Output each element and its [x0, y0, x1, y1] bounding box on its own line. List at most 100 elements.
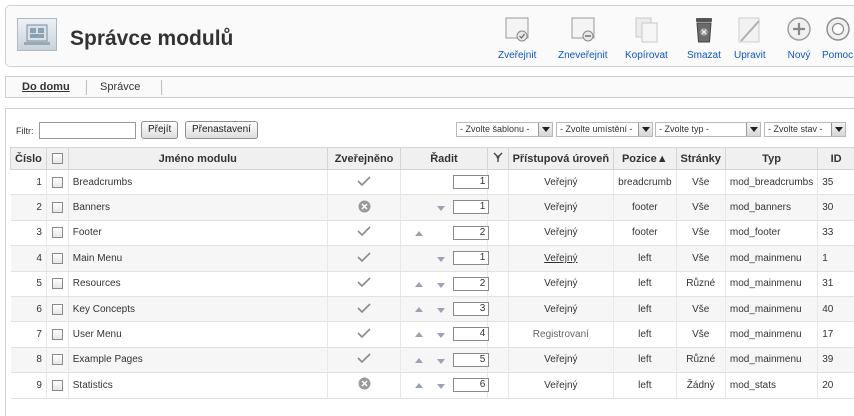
move-down-icon[interactable]	[437, 206, 446, 212]
published-toggle[interactable]	[327, 220, 402, 247]
row-checkbox[interactable]	[51, 278, 63, 290]
publish-button[interactable]: Zveřejnit	[498, 14, 536, 61]
module-name-link[interactable]: Main Menu	[68, 245, 328, 272]
module-name-link[interactable]: Key Concepts	[68, 296, 328, 323]
published-toggle[interactable]	[327, 245, 402, 272]
published-toggle[interactable]	[327, 169, 402, 196]
order-input[interactable]: 4	[453, 327, 490, 342]
unpublished-cross-icon[interactable]	[358, 200, 371, 213]
published-toggle[interactable]	[327, 321, 402, 348]
save-order-icon[interactable]	[492, 151, 504, 163]
move-up-icon[interactable]	[415, 306, 424, 312]
submenu-item-home[interactable]: Do domu	[22, 81, 70, 93]
move-down-icon[interactable]	[437, 282, 446, 288]
published-toggle[interactable]	[327, 271, 402, 297]
published-toggle[interactable]	[327, 372, 402, 399]
order-input[interactable]: 1	[453, 175, 490, 189]
access-level-link[interactable]: Veřejný	[508, 245, 615, 272]
module-name-link[interactable]: User Menu	[68, 321, 328, 348]
row-checkbox[interactable]	[51, 252, 63, 264]
select-all-checkbox[interactable]	[51, 153, 63, 165]
access-level-link[interactable]: Veřejný	[508, 271, 615, 297]
row-checkbox[interactable]	[51, 379, 63, 391]
move-up-icon[interactable]	[415, 281, 424, 287]
col-save-order-header[interactable]	[486, 147, 509, 170]
row-checkbox[interactable]	[51, 328, 63, 340]
unpublish-button[interactable]: Zneveřejnit	[558, 14, 607, 61]
move-up-icon[interactable]	[415, 332, 424, 338]
row-checkbox[interactable]	[51, 202, 63, 214]
move-up-icon[interactable]	[415, 383, 424, 389]
published-check-icon[interactable]	[356, 352, 372, 364]
module-name-link[interactable]: Example Pages	[68, 347, 328, 374]
move-up-icon[interactable]	[415, 357, 424, 363]
new-button[interactable]: Nový	[784, 14, 814, 61]
published-check-icon[interactable]	[356, 327, 372, 339]
move-down-icon[interactable]	[437, 307, 446, 313]
order-input[interactable]: 3	[453, 301, 490, 316]
published-toggle[interactable]	[327, 296, 402, 323]
chevron-down-icon	[538, 123, 552, 136]
access-level-link[interactable]: Veřejný	[508, 194, 615, 221]
access-level-link[interactable]: Veřejný	[508, 169, 615, 196]
published-toggle[interactable]	[327, 194, 402, 221]
position-select[interactable]: - Zvolte umístění -	[556, 122, 653, 137]
col-id-header[interactable]: ID	[817, 147, 854, 170]
filter-reset-button[interactable]: Přenastavení	[185, 121, 258, 139]
access-level-link[interactable]: Veřejný	[508, 347, 615, 374]
delete-button[interactable]: Smazat	[687, 14, 721, 61]
help-button[interactable]: Pomoc	[822, 14, 853, 61]
col-pages-header[interactable]: Stránky	[675, 147, 726, 170]
module-name-link[interactable]: Statistics	[68, 372, 328, 399]
row-checkbox[interactable]	[51, 227, 63, 239]
module-name-link[interactable]: Breadcrumbs	[68, 169, 328, 196]
submenu-item-manager[interactable]: Správce	[100, 81, 140, 93]
move-down-icon[interactable]	[437, 358, 446, 364]
row-checkbox[interactable]	[51, 354, 63, 366]
filter-go-button[interactable]: Přejít	[141, 121, 179, 139]
col-type-header[interactable]: Typ	[724, 147, 819, 170]
order-input[interactable]: 2	[453, 225, 490, 240]
published-check-icon[interactable]	[356, 302, 372, 314]
state-select[interactable]: - Zvolte stav -	[764, 122, 846, 137]
row-checkbox[interactable]	[51, 303, 63, 315]
order-input[interactable]: 1	[453, 251, 490, 266]
access-level-link[interactable]: Veřejný	[508, 372, 615, 399]
module-name-link[interactable]: Banners	[68, 194, 328, 221]
published-toggle[interactable]	[327, 347, 402, 374]
order-input[interactable]: 5	[453, 352, 490, 367]
col-order-header[interactable]: Řadit	[400, 147, 488, 170]
module-type: mod_mainmenu	[725, 321, 819, 348]
copy-button[interactable]: Kopírovat	[625, 14, 668, 61]
filter-input[interactable]	[39, 122, 136, 139]
copy-icon	[635, 17, 658, 43]
col-name-header[interactable]: Jméno modulu	[67, 147, 328, 170]
col-number-header[interactable]: Číslo	[10, 147, 47, 170]
published-check-icon[interactable]	[356, 225, 372, 237]
access-level-link[interactable]: Veřejný	[508, 296, 615, 323]
move-up-icon[interactable]	[415, 230, 424, 236]
module-name-link[interactable]: Footer	[68, 220, 328, 247]
published-check-icon[interactable]	[356, 276, 372, 288]
order-input[interactable]: 2	[453, 276, 490, 291]
published-check-icon[interactable]	[356, 175, 372, 187]
order-input[interactable]: 6	[453, 378, 490, 393]
edit-button[interactable]: Upravit	[734, 14, 766, 61]
template-select[interactable]: - Zvolte šablonu -	[456, 122, 553, 137]
unpublished-cross-icon[interactable]	[358, 377, 371, 390]
col-access-header[interactable]: Přístupová úroveň	[507, 147, 615, 170]
order-input[interactable]: 1	[453, 200, 490, 215]
type-select[interactable]: - Zvolte typ -	[655, 122, 761, 137]
module-id: 35	[817, 169, 854, 196]
col-published-header[interactable]: Zveřejněno	[326, 147, 402, 170]
module-name-link[interactable]: Resources	[68, 271, 328, 297]
move-down-icon[interactable]	[437, 384, 446, 390]
move-down-icon[interactable]	[437, 333, 446, 339]
row-checkbox[interactable]	[51, 176, 63, 188]
access-level-link[interactable]: Veřejný	[508, 220, 615, 247]
col-position-header[interactable]: Pozice▲	[613, 147, 677, 170]
move-down-icon[interactable]	[437, 257, 446, 263]
col-select-all-header[interactable]	[45, 147, 69, 170]
published-check-icon[interactable]	[356, 251, 372, 263]
access-level-link[interactable]: Registrovaní	[508, 321, 615, 348]
